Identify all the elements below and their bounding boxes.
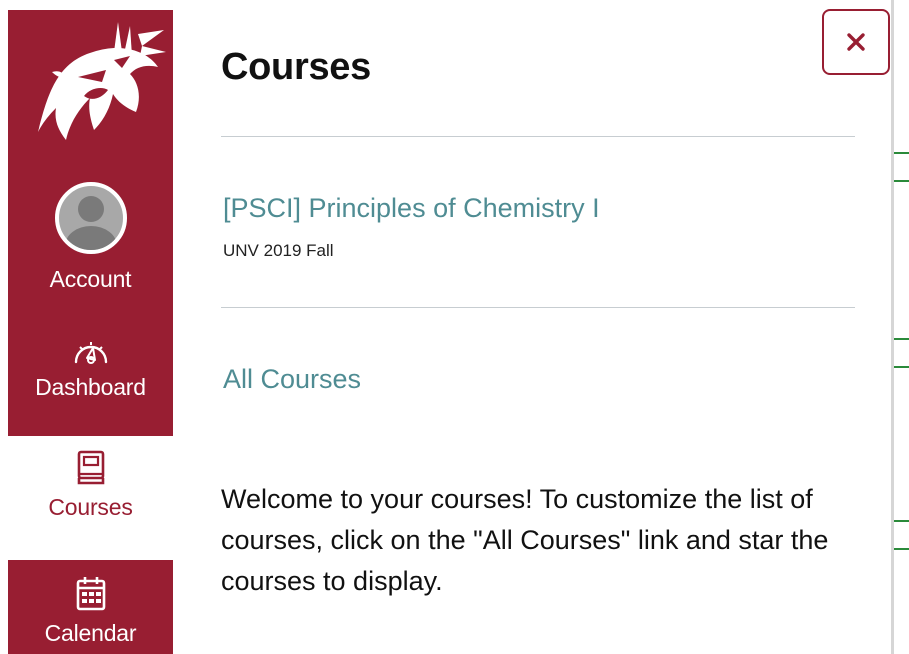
nav-label-account: Account bbox=[49, 266, 132, 292]
close-button[interactable] bbox=[822, 9, 890, 75]
close-icon bbox=[847, 33, 865, 51]
tray-title: Courses bbox=[221, 46, 371, 88]
nav-item-account[interactable]: Account bbox=[8, 178, 173, 298]
welcome-message: Welcome to your courses! To customize th… bbox=[221, 484, 829, 596]
course-term: UNV 2019 Fall bbox=[223, 241, 334, 260]
divider bbox=[221, 307, 855, 308]
wsu-cougar-logo-icon bbox=[38, 22, 166, 140]
background-rule bbox=[894, 180, 909, 182]
nav-label-courses: Courses bbox=[48, 494, 133, 520]
courses-tray: Courses [PSCI] Principles of Chemistry I… bbox=[173, 0, 891, 654]
nav-item-calendar[interactable]: Calendar bbox=[8, 576, 173, 654]
avatar-body bbox=[64, 226, 117, 250]
avatar-head bbox=[77, 196, 104, 222]
background-rule bbox=[894, 152, 909, 154]
all-courses-link[interactable]: All Courses bbox=[223, 364, 361, 395]
course-link[interactable]: [PSCI] Principles of Chemistry I bbox=[223, 193, 600, 224]
background-rule bbox=[894, 338, 909, 340]
nav-top-band bbox=[8, 0, 173, 10]
calendar-icon bbox=[76, 577, 105, 611]
nav-item-dashboard[interactable]: Dashboard bbox=[8, 336, 173, 426]
global-nav: Account Dashboard Courses Calendar bbox=[8, 0, 173, 654]
background-rule bbox=[894, 366, 909, 368]
wsu-logo[interactable] bbox=[18, 12, 168, 162]
book-icon bbox=[77, 450, 104, 485]
background-rule bbox=[894, 548, 909, 550]
app-window: Account Dashboard Courses Calendar Cours… bbox=[0, 0, 909, 654]
background-rule bbox=[894, 520, 909, 522]
speedometer-icon bbox=[74, 342, 107, 364]
divider bbox=[221, 136, 855, 137]
avatar-icon bbox=[54, 182, 127, 254]
nav-label-dashboard: Dashboard bbox=[35, 374, 146, 400]
nav-item-courses[interactable]: Courses bbox=[8, 450, 173, 550]
background-page-edge bbox=[891, 0, 909, 654]
nav-label-calendar: Calendar bbox=[44, 620, 137, 646]
